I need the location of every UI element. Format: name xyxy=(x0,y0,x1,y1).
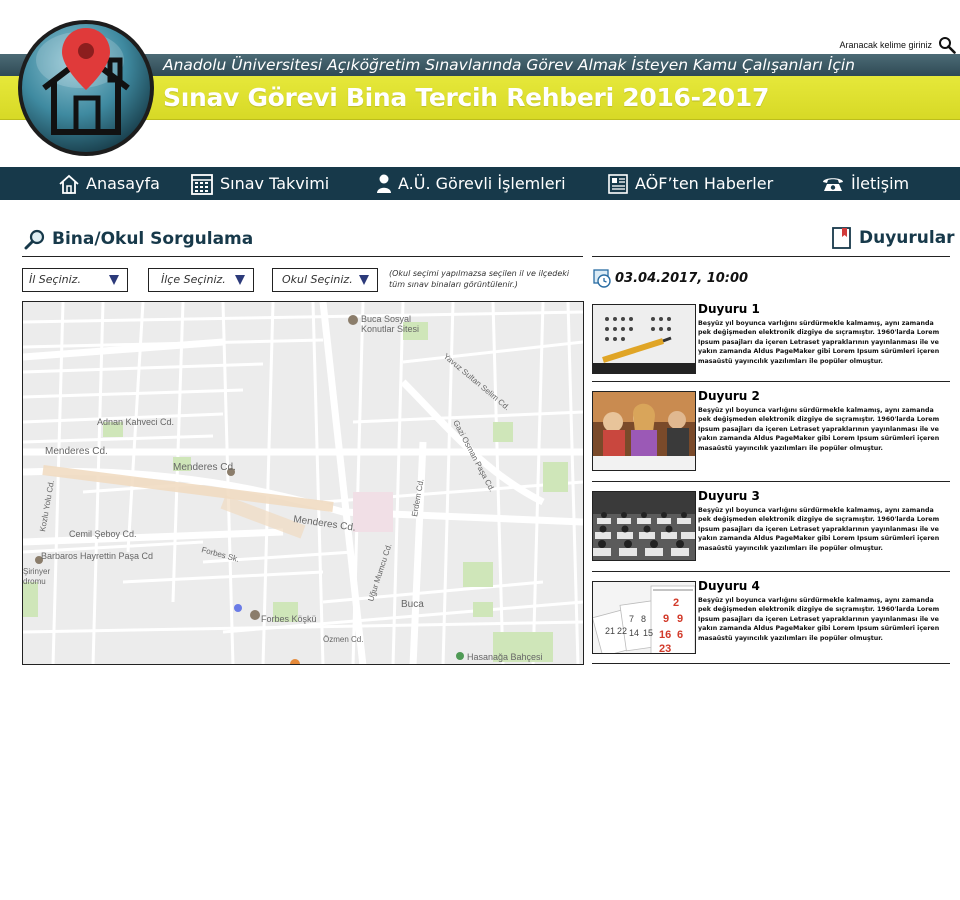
svg-text:14: 14 xyxy=(629,628,639,638)
thumbnail-exam-hall[interactable] xyxy=(592,491,696,561)
svg-text:8: 8 xyxy=(641,614,646,624)
map-label: Forbes Köşkü xyxy=(261,614,317,624)
query-divider xyxy=(22,256,583,257)
magnifier-icon xyxy=(24,229,45,250)
map-label: Menderes Cd. xyxy=(45,446,108,457)
ilce-select[interactable]: İlçe Seçiniz. xyxy=(148,268,254,292)
svg-text:21: 21 xyxy=(605,626,615,636)
svg-text:6: 6 xyxy=(677,629,683,641)
map-label: Buca xyxy=(401,599,424,610)
map-label: Cemil Şeboy Cd. xyxy=(69,529,137,539)
map-label: Şirinyer xyxy=(23,567,50,576)
query-heading: Bina/Okul Sorgulama xyxy=(24,228,253,250)
nav-sinav-takvimi[interactable]: Sınav Takvimi xyxy=(190,167,329,200)
announcement-date: 03.04.2017, 10:00 xyxy=(593,268,748,288)
user-icon xyxy=(377,174,391,193)
site-subtitle: Anadolu Üniversitesi Açıköğretim Sınavla… xyxy=(163,56,855,74)
search-area[interactable]: Aranacak kelime giriniz xyxy=(839,36,956,54)
map-label: Menderes Cd. xyxy=(173,462,236,473)
map-canvas[interactable]: Buca Sosyal Konutlar Sitesi Menderes Cd.… xyxy=(23,302,584,665)
nav-label: Anasayfa xyxy=(86,174,160,193)
announcement-text: Beşyüz yıl boyunca varlığını sürdürmekle… xyxy=(698,320,940,365)
svg-text:9: 9 xyxy=(677,613,683,625)
map-label: Adnan Kahveci Cd. xyxy=(97,417,174,427)
map-label: Konutlar Sitesi xyxy=(361,324,419,334)
select-note: (Okul seçimi yapılmazsa seçilen il ve il… xyxy=(389,269,570,289)
announcement-text: Beşyüz yıl boyunca varlığını sürdürmekle… xyxy=(698,507,940,552)
okul-select[interactable]: Okul Seçiniz. xyxy=(272,268,378,292)
thumbnail-students[interactable] xyxy=(592,391,696,471)
thumbnail-calendar[interactable]: 299 16 6 23 7 8 14 15 21 22 xyxy=(592,581,696,654)
nav-label: A.Ü. Görevli İşlemleri xyxy=(398,174,566,193)
search-icon[interactable] xyxy=(938,36,956,54)
nav-label: AÖF’ten Haberler xyxy=(635,174,774,193)
chevron-down-icon xyxy=(359,275,369,285)
nav-gorevli-islemleri[interactable]: A.Ü. Görevli İşlemleri xyxy=(376,167,566,200)
nav-iletisim[interactable]: İletişim xyxy=(821,167,909,200)
announcement-divider xyxy=(592,663,950,664)
home-icon xyxy=(59,174,79,194)
svg-text:23: 23 xyxy=(659,643,671,654)
announcement-text: Beşyüz yıl boyunca varlığını sürdürmekle… xyxy=(698,597,940,642)
svg-text:7: 7 xyxy=(629,614,634,624)
map-label: Hasanağa Bahçesi xyxy=(467,652,543,662)
page: Aranacak kelime giriniz Anadolu Üniversi… xyxy=(0,0,960,900)
phone-icon xyxy=(823,177,843,191)
il-select[interactable]: İl Seçiniz. xyxy=(22,268,128,292)
announcement-title[interactable]: Duyuru 4 xyxy=(698,579,760,593)
announcement-title[interactable]: Duyuru 2 xyxy=(698,389,760,403)
announcement-title[interactable]: Duyuru 3 xyxy=(698,489,760,503)
announcements-title: Duyurular xyxy=(859,228,955,248)
bookmark-icon xyxy=(832,227,851,249)
svg-text:15: 15 xyxy=(643,628,653,638)
calendar-icon xyxy=(191,173,213,195)
calendar-clock-icon xyxy=(593,269,611,288)
nav-label: İletişim xyxy=(851,174,910,193)
map-label: Buca Sosyal xyxy=(361,314,411,324)
svg-text:9: 9 xyxy=(663,613,669,625)
nav-aof-haberler[interactable]: AÖF’ten Haberler xyxy=(607,167,773,200)
query-title: Bina/Okul Sorgulama xyxy=(52,229,254,249)
thumbnail-exam-sheet[interactable] xyxy=(592,304,696,374)
newspaper-icon xyxy=(608,173,628,194)
announcement-divider xyxy=(592,381,950,382)
svg-text:16: 16 xyxy=(659,629,671,641)
announcement-divider xyxy=(592,571,950,572)
announcement-text: Beşyüz yıl boyunca varlığını sürdürmekle… xyxy=(698,407,940,452)
chevron-down-icon xyxy=(109,275,119,285)
date-text: 03.04.2017, 10:00 xyxy=(615,270,749,286)
announcements-divider xyxy=(592,256,950,257)
announcement-divider xyxy=(592,481,950,482)
map-label: Barbaros Hayrettin Paşa Cd xyxy=(41,551,153,561)
svg-text:22: 22 xyxy=(617,626,627,636)
map-label: dromu xyxy=(23,577,46,586)
nav-anasayfa[interactable]: Anasayfa xyxy=(58,167,160,200)
svg-text:2: 2 xyxy=(673,597,679,609)
map[interactable]: Buca Sosyal Konutlar Sitesi Menderes Cd.… xyxy=(22,301,584,665)
search-label[interactable]: Aranacak kelime giriniz xyxy=(839,40,932,50)
announcements-heading: Duyurular xyxy=(831,226,955,250)
main-nav: Anasayfa Sınav Takvimi A.Ü. Görevli İşle… xyxy=(0,167,960,200)
announcement-title[interactable]: Duyuru 1 xyxy=(698,302,760,316)
logo-house-pin-icon[interactable] xyxy=(16,18,156,158)
okul-select-value: Okul Seçiniz. xyxy=(282,273,353,286)
map-label: Özmen Cd. xyxy=(323,635,363,644)
il-select-value: İl Seçiniz. xyxy=(29,273,81,286)
ilce-select-value: İlçe Seçiniz. xyxy=(161,273,226,286)
chevron-down-icon xyxy=(235,275,245,285)
nav-label: Sınav Takvimi xyxy=(220,174,330,193)
site-title: Sınav Görevi Bina Tercih Rehberi 2016-20… xyxy=(163,83,770,112)
